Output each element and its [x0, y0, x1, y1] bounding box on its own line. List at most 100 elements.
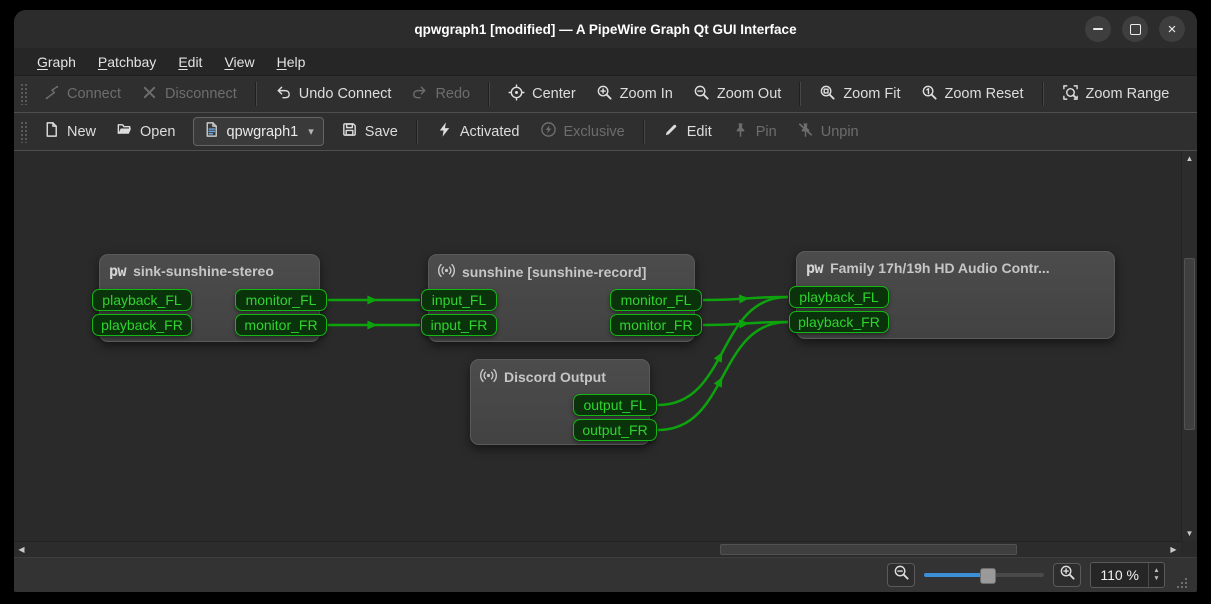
scroll-left-button[interactable]: ◀	[14, 542, 29, 557]
toolbar-separator	[799, 82, 801, 106]
vertical-scrollbar-thumb[interactable]	[1184, 258, 1195, 430]
zoom-out-button[interactable]	[887, 563, 915, 587]
zoom-in-icon	[1059, 564, 1076, 586]
resize-grip[interactable]	[1174, 575, 1189, 590]
menu-patchbay[interactable]: Patchbay	[89, 51, 165, 73]
toolbar-button-label: Zoom In	[620, 86, 673, 102]
graph-canvas[interactable]: ▲ ▼ ◀ ▶ pwsink-sunshine-stereoplayback_F…	[14, 151, 1197, 557]
node-header: Discord Output	[471, 360, 649, 394]
pipewire-icon: pw	[806, 259, 823, 277]
audio-app-icon	[480, 367, 497, 387]
connection-arrow-icon	[714, 375, 727, 388]
horizontal-scrollbar[interactable]: ◀ ▶	[14, 541, 1181, 557]
port-playback-fr[interactable]: playback_FR	[789, 311, 889, 333]
port-monitor-fr[interactable]: monitor_FR	[235, 314, 327, 336]
desktop: { "window": { "title": "qpwgraph1 [modif…	[0, 0, 1211, 604]
undo-connect-button[interactable]: Undo Connect	[266, 79, 401, 110]
menu-edit[interactable]: Edit	[169, 51, 211, 73]
save-icon	[341, 121, 358, 142]
open-button[interactable]: Open	[107, 116, 184, 147]
toolbar-separator	[255, 82, 257, 106]
scroll-up-button[interactable]: ▲	[1182, 151, 1197, 166]
toolbar-button-label: Connect	[67, 86, 121, 102]
port-input-fl[interactable]: input_FL	[421, 289, 497, 311]
exclusive-button: Exclusive	[531, 116, 634, 147]
toolbar-button-label: Exclusive	[564, 124, 625, 140]
zoom-spinbox[interactable]: 110 % ▲▼	[1090, 562, 1165, 588]
toolbar-button-label: Edit	[687, 124, 712, 140]
window-controls: ×	[1085, 16, 1185, 42]
new-button[interactable]: New	[34, 116, 105, 147]
zoom-in-button[interactable]	[1053, 563, 1081, 587]
disconnect-icon	[141, 84, 158, 105]
maximize-button[interactable]	[1122, 16, 1148, 42]
port-playback-fl[interactable]: playback_FL	[789, 286, 889, 308]
toolbar-drag-handle[interactable]	[20, 83, 27, 105]
node-header: pwFamily 17h/19h HD Audio Contr...	[797, 252, 1114, 284]
toolbar-button-label: Save	[365, 124, 398, 140]
zoom-reset-button[interactable]: Zoom Reset	[912, 79, 1033, 110]
node-title: sunshine [sunshine-record]	[462, 264, 646, 280]
zoom-in-button[interactable]: Zoom In	[587, 79, 682, 110]
pin-button: Pin	[723, 116, 786, 147]
port-monitor-fr[interactable]: monitor_FR	[610, 314, 702, 336]
vertical-scrollbar[interactable]: ▲ ▼	[1181, 151, 1197, 541]
port-input-fr[interactable]: input_FR	[421, 314, 497, 336]
connection-arrow-icon	[739, 294, 750, 304]
menu-graph[interactable]: Graph	[28, 51, 85, 73]
toolbar-button-label: Undo Connect	[299, 86, 392, 102]
toolbar-button-label: Zoom Out	[717, 86, 781, 102]
zoom-range-icon	[1062, 84, 1079, 105]
port-monitor-fl[interactable]: monitor_FL	[235, 289, 327, 311]
session-name: qpwgraph1	[227, 124, 299, 140]
redo-button: Redo	[402, 79, 479, 110]
activated-button[interactable]: Activated	[427, 116, 529, 147]
spin-down-icon[interactable]: ▼	[1153, 575, 1159, 583]
port-output-fl[interactable]: output_FL	[573, 394, 657, 416]
node-header: pwsink-sunshine-stereo	[100, 255, 319, 287]
scroll-right-button[interactable]: ▶	[1166, 542, 1181, 557]
zoom-slider-fill	[924, 573, 986, 577]
zoom-fit-button[interactable]: Zoom Fit	[810, 79, 909, 110]
port-playback-fr[interactable]: playback_FR	[92, 314, 192, 336]
zoom-slider[interactable]	[924, 565, 1044, 585]
close-button[interactable]: ×	[1159, 16, 1185, 42]
scroll-down-button[interactable]: ▼	[1182, 526, 1197, 541]
unpin-icon	[797, 121, 814, 142]
zoom-out-icon	[693, 84, 710, 105]
center-button[interactable]: Center	[499, 79, 585, 110]
connection-arrow-icon	[714, 350, 727, 363]
zoom-slider-handle[interactable]	[980, 568, 996, 584]
menu-view[interactable]: View	[215, 51, 263, 73]
toolbar-separator	[416, 120, 418, 144]
toolbar-button-label: Disconnect	[165, 86, 237, 102]
connection-arrow-icon	[367, 321, 377, 330]
port-monitor-fl[interactable]: monitor_FL	[610, 289, 702, 311]
zoom-reset-icon	[921, 84, 938, 105]
node-title: Discord Output	[504, 369, 606, 385]
spinbox-arrows[interactable]: ▲▼	[1148, 563, 1164, 587]
port-playback-fl[interactable]: playback_FL	[92, 289, 192, 311]
horizontal-scrollbar-thumb[interactable]	[720, 544, 1017, 555]
zoom-range-button[interactable]: Zoom Range	[1053, 79, 1179, 110]
chevron-down-icon: ▾	[308, 125, 314, 138]
patchbay-session-combo[interactable]: qpwgraph1 ▾	[193, 117, 324, 146]
port-output-fr[interactable]: output_FR	[573, 419, 657, 441]
menu-help[interactable]: Help	[268, 51, 315, 73]
minimize-button[interactable]	[1085, 16, 1111, 42]
toolbar-separator	[488, 82, 490, 106]
titlebar[interactable]: qpwgraph1 [modified] — A PipeWire Graph …	[14, 10, 1197, 48]
toolbar-button-label: Zoom Reset	[945, 86, 1024, 102]
spin-up-icon[interactable]: ▲	[1153, 567, 1159, 575]
toolbar-drag-handle[interactable]	[20, 121, 27, 143]
node-title: sink-sunshine-stereo	[133, 263, 274, 279]
toolbar-separator	[1042, 82, 1044, 106]
save-button[interactable]: Save	[332, 116, 407, 147]
new-icon	[43, 121, 60, 142]
toolbar-button-label: Zoom Range	[1086, 86, 1170, 102]
statusbar: 110 % ▲▼	[14, 557, 1197, 592]
zoom-value: 110 %	[1091, 563, 1148, 587]
zoom-out-button[interactable]: Zoom Out	[684, 79, 790, 110]
toolbar-button-label: New	[67, 124, 96, 140]
edit-button[interactable]: Edit	[654, 116, 721, 147]
